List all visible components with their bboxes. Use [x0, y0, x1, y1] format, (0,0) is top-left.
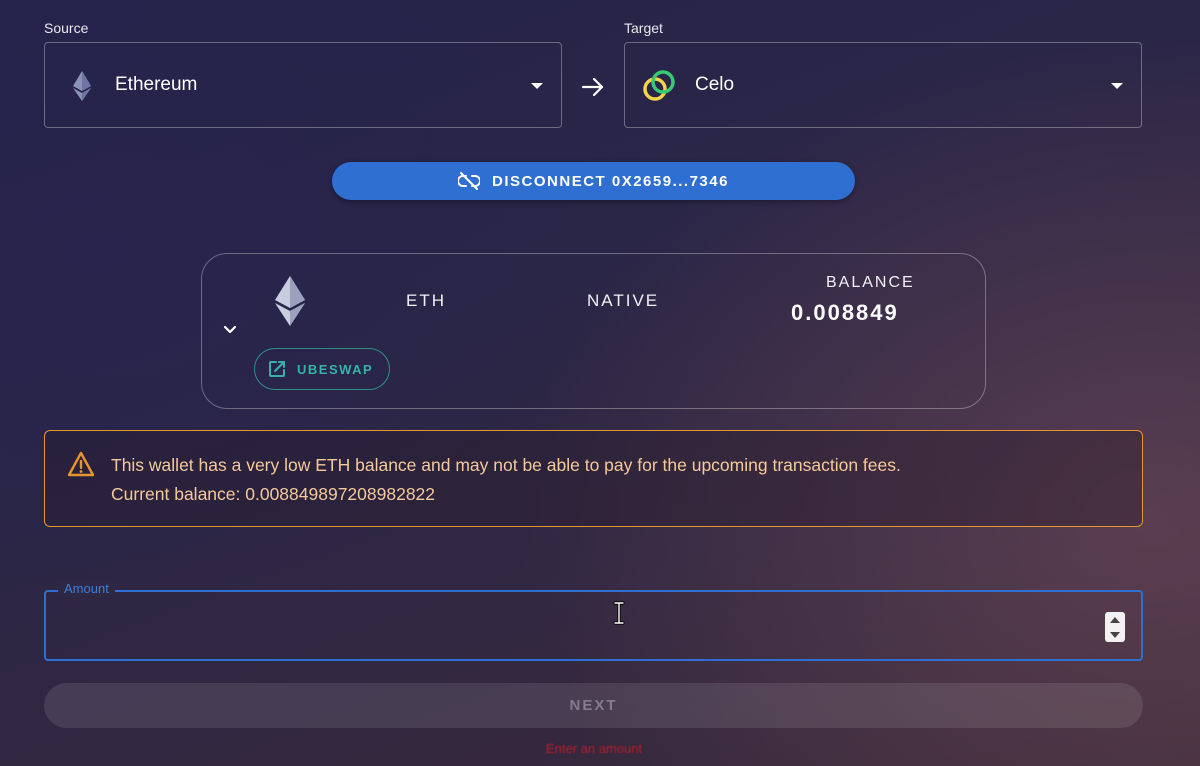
amount-error-message: Enter an amount [545, 741, 643, 756]
balance-label: BALANCE [826, 274, 915, 291]
warning-line-2: Current balance: 0.008849897208982822 [111, 484, 436, 504]
amount-stepper[interactable] [1105, 612, 1125, 642]
token-bridge-page: { "source": { "label": "Source", "chain"… [0, 0, 1200, 766]
token-type: NATIVE [587, 291, 660, 310]
target-chain-value: Celo [695, 74, 735, 95]
chevron-down-icon [1111, 83, 1123, 89]
text-cursor-icon [613, 601, 625, 625]
chevron-down-icon[interactable] [222, 322, 238, 338]
ethereum-icon [73, 71, 91, 101]
source-chain-value: Ethereum [115, 74, 198, 95]
source-chain-select[interactable]: Ethereum [44, 42, 562, 128]
chevron-down-icon [531, 83, 543, 89]
unlink-icon [458, 172, 481, 190]
disconnect-button-label: DISCONNECT 0X2659...7346 [492, 172, 729, 190]
next-button-label: NEXT [569, 697, 618, 714]
open-in-new-icon [269, 361, 285, 377]
celo-icon [643, 70, 675, 101]
amount-label: Amount [58, 581, 115, 596]
next-button[interactable]: NEXT [44, 683, 1143, 728]
decrement-icon[interactable] [1110, 631, 1120, 638]
ubeswap-button[interactable]: UBESWAP [254, 348, 390, 390]
target-chain-select[interactable]: Celo [624, 42, 1142, 128]
amount-input[interactable] [60, 606, 1084, 646]
token-symbol: ETH [406, 291, 446, 310]
target-label: Target [624, 20, 663, 36]
balance-value: 0.008849 [791, 300, 899, 325]
disconnect-wallet-button[interactable]: DISCONNECT 0X2659...7346 [332, 162, 855, 200]
ethereum-icon [275, 276, 305, 326]
source-label: Source [44, 20, 89, 36]
warning-message: This wallet has a very low ETH balance a… [111, 451, 1121, 509]
warning-icon [67, 451, 95, 477]
ubeswap-button-label: UBESWAP [297, 361, 374, 377]
increment-icon[interactable] [1110, 616, 1120, 623]
warning-line-1: This wallet has a very low ETH balance a… [111, 455, 901, 475]
arrow-right-icon [581, 77, 604, 97]
low-balance-warning: This wallet has a very low ETH balance a… [44, 430, 1143, 527]
token-card[interactable]: ETH NATIVE BALANCE 0.008849 UBESWAP [201, 253, 986, 409]
amount-field[interactable]: Amount [44, 581, 1143, 661]
